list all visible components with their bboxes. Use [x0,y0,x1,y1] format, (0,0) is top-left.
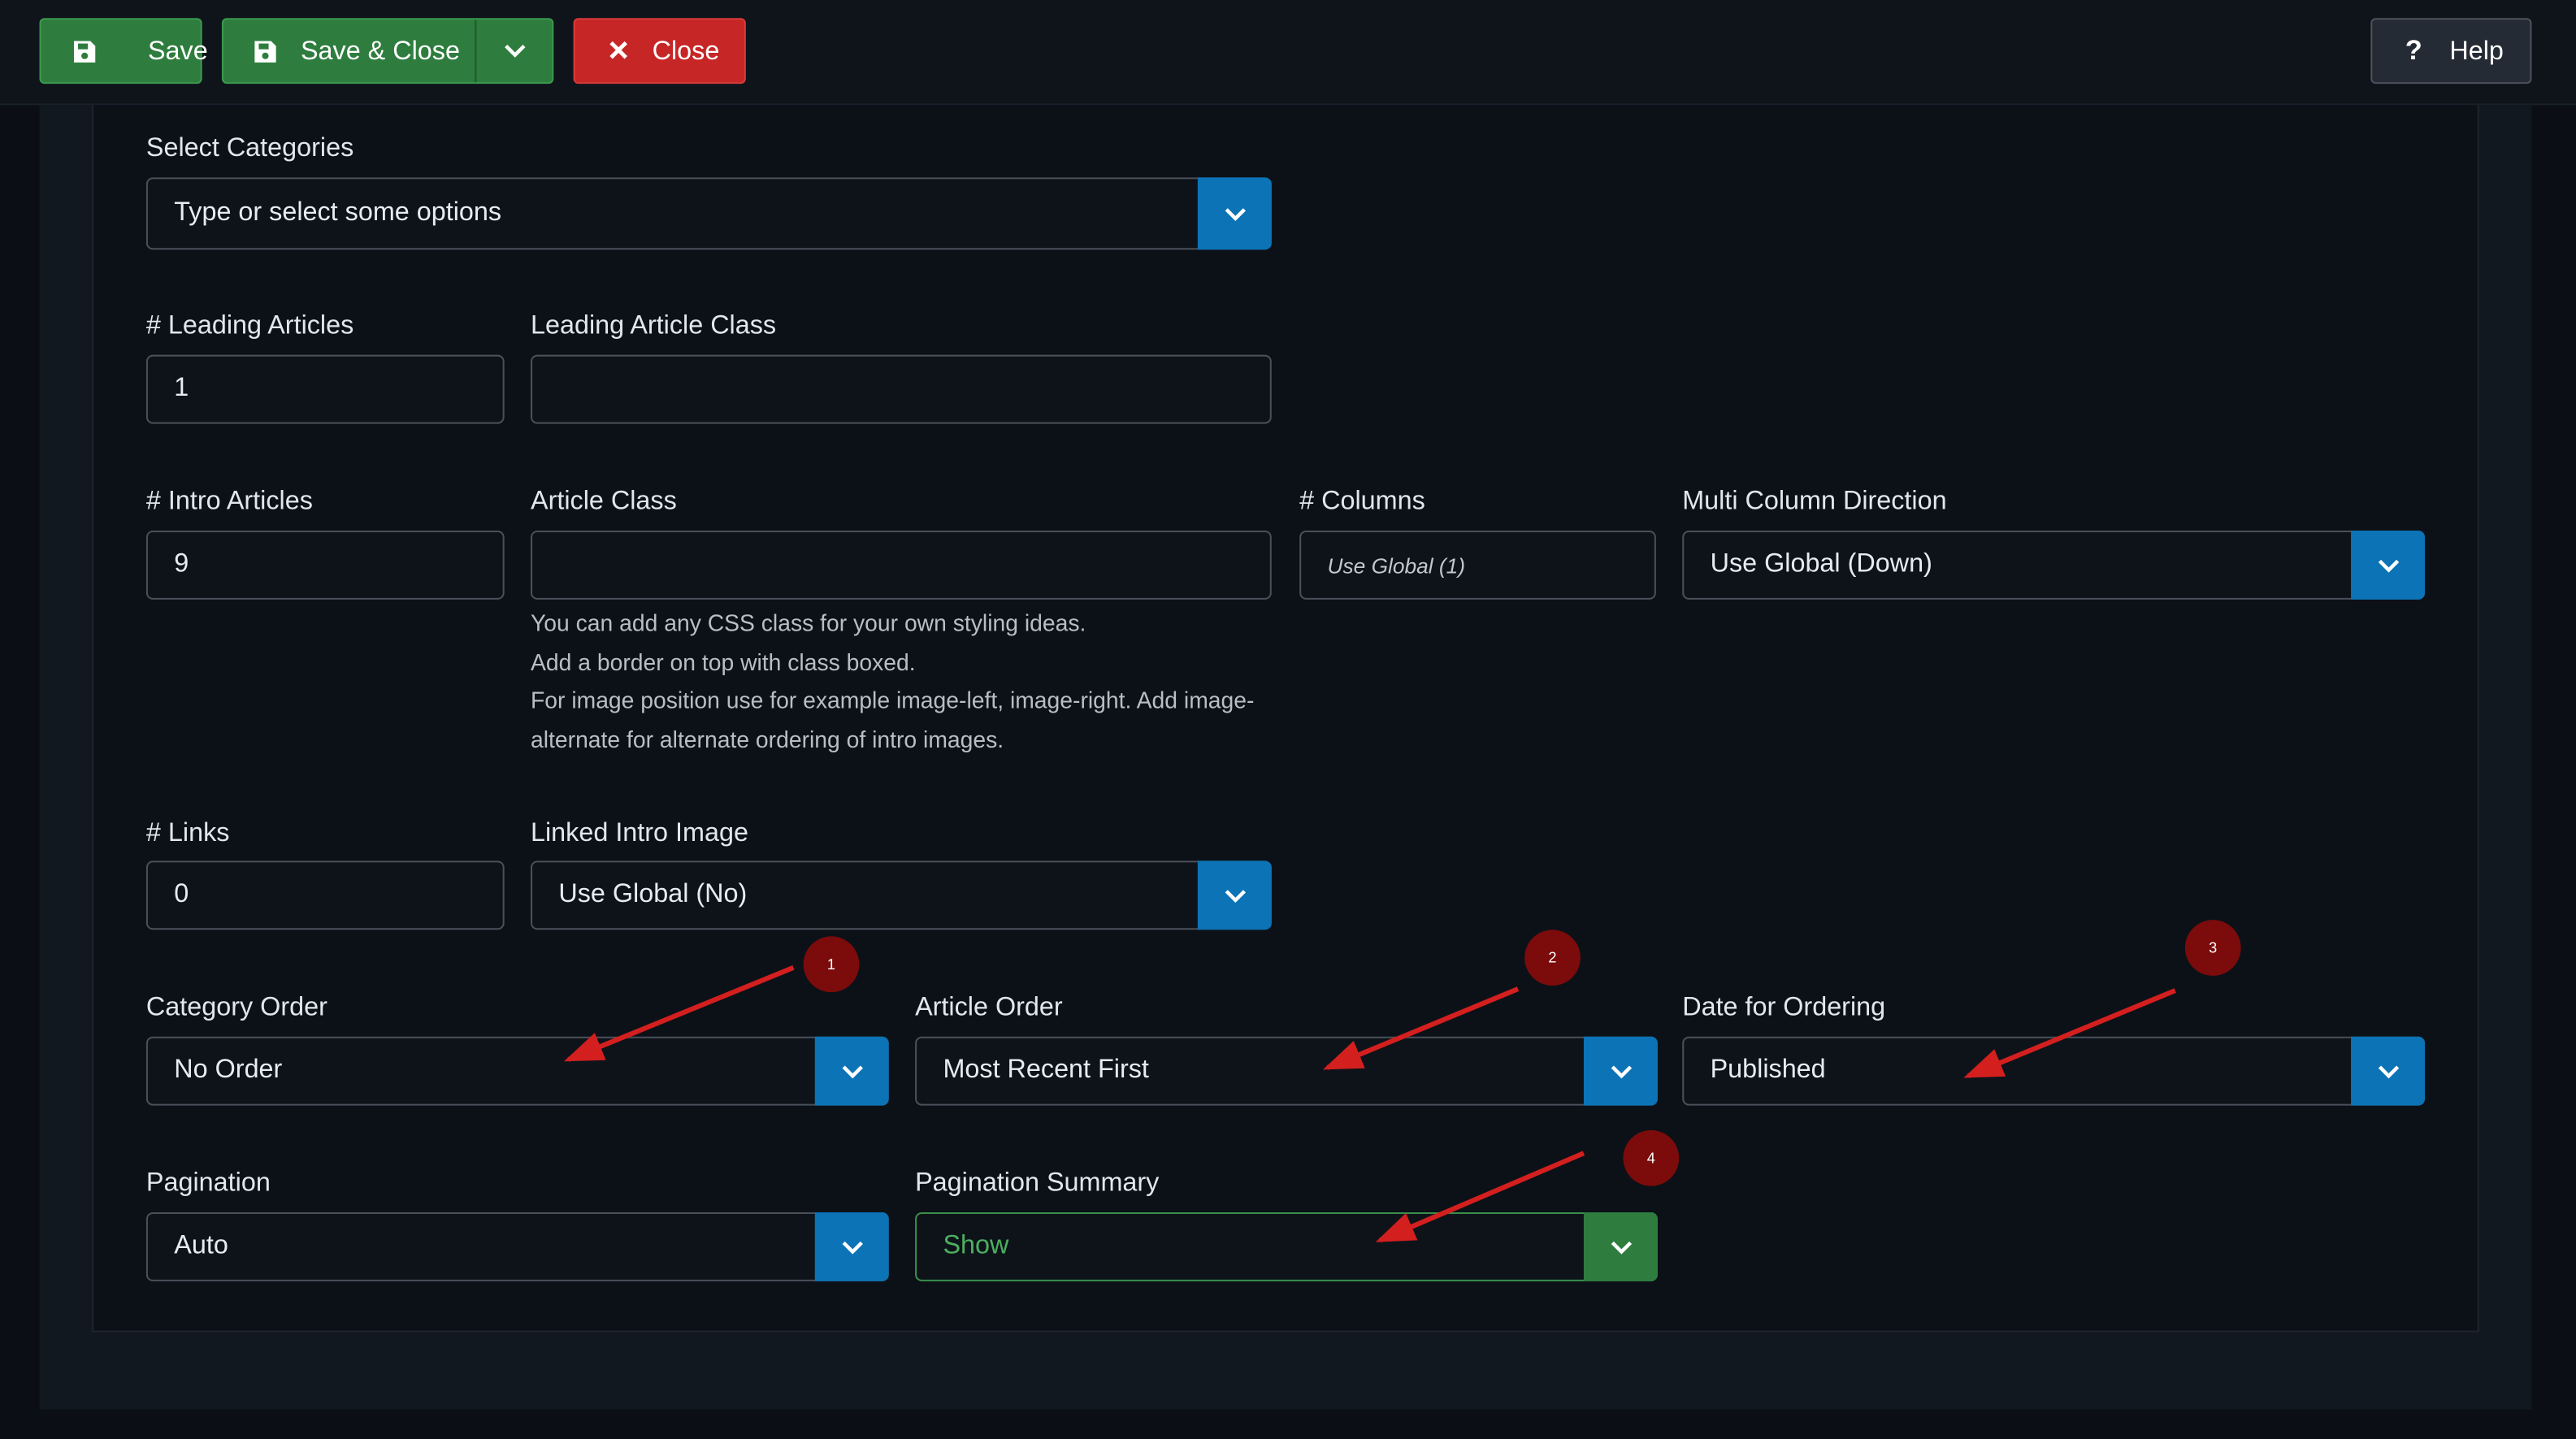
chevron-down-icon [1610,1064,1632,1078]
category-order-value: No Order [174,1055,283,1085]
pagination-value: Auto [174,1232,228,1260]
intro-articles-value: 9 [174,550,189,579]
category-order-dropdown[interactable] [814,1036,889,1106]
linked-intro-image-value: Use Global (No) [558,880,748,908]
links-value: 0 [174,880,189,908]
article-class-input[interactable] [531,531,1272,600]
chevron-down-icon [1610,1240,1632,1254]
question-icon: ? [2405,34,2422,66]
category-order-select[interactable]: No Order [145,1036,889,1106]
annotation-badge: 4 [1623,1129,1680,1186]
leading-article-class-input[interactable] [531,354,1272,424]
linked-intro-image-dropdown[interactable] [1197,860,1272,930]
date-for-ordering-label: Date for Ordering [1682,994,1886,1022]
close-button-label: Close [652,37,720,66]
toolbar: Save Save & Close Close ? Help [0,0,2576,106]
pagination-summary-select[interactable]: Show [915,1212,1658,1281]
multi-column-direction-dropdown[interactable] [2351,531,2426,600]
pagination-summary-label: Pagination Summary [915,1169,1160,1198]
x-icon [608,40,629,61]
leading-articles-label: # Leading Articles [145,312,354,340]
annotation-badge: 3 [2184,920,2241,976]
chevron-down-icon [841,1240,862,1254]
leading-article-class-label: Leading Article Class [531,312,777,340]
date-for-ordering-dropdown[interactable] [2351,1036,2426,1106]
article-order-dropdown[interactable] [1583,1036,1658,1106]
article-order-value: Most Recent First [943,1055,1149,1085]
help-line: For image position use for example image… [531,687,1255,714]
save-options-dropdown-toggle[interactable] [476,20,553,82]
save-close-button-label: Save & Close [300,37,460,66]
leading-articles-value: 1 [174,374,189,403]
chevron-down-icon [505,45,526,58]
leading-articles-input[interactable]: 1 [145,354,505,424]
close-button[interactable]: Close [573,18,746,85]
chevron-down-icon [1224,207,1245,221]
pagination-label: Pagination [145,1169,271,1198]
columns-label: # Columns [1299,488,1425,516]
columns-input[interactable]: Use Global (1) [1299,531,1656,600]
columns-placeholder: Use Global (1) [1327,553,1465,578]
help-line: You can add any CSS class for your own s… [531,609,1086,636]
floppy-disk-icon [72,40,97,64]
select-categories-input[interactable]: Type or select some options [145,177,1272,250]
article-class-label: Article Class [531,488,677,516]
intro-articles-input[interactable]: 9 [145,531,505,600]
linked-intro-image-select[interactable]: Use Global (No) [531,860,1272,930]
help-line: Add a border on top with class boxed. [531,648,916,675]
multi-column-direction-label: Multi Column Direction [1682,488,1947,516]
article-order-select[interactable]: Most Recent First [915,1036,1658,1106]
select-categories-placeholder: Type or select some options [174,198,502,227]
pagination-dropdown[interactable] [814,1212,889,1281]
links-label: # Links [145,819,230,848]
date-for-ordering-value: Published [1710,1055,1826,1085]
floppy-disk-icon [253,40,277,64]
chevron-down-icon [1224,889,1245,903]
intro-articles-label: # Intro Articles [145,488,313,516]
chevron-down-icon [841,1064,862,1078]
save-button[interactable]: Save [39,18,208,85]
help-line: alternate for alternate ordering of intr… [531,726,1004,753]
linked-intro-image-label: Linked Intro Image [531,819,748,848]
pagination-summary-dropdown[interactable] [1583,1212,1658,1281]
pagination-select[interactable]: Auto [145,1212,889,1281]
pagination-summary-value: Show [943,1232,1009,1260]
article-order-label: Article Order [915,994,1063,1022]
links-input[interactable]: 0 [145,860,505,930]
help-button-label: Help [2449,37,2504,66]
date-for-ordering-select[interactable]: Published [1682,1036,2426,1106]
annotation-badge: 2 [1524,930,1581,986]
save-close-button[interactable]: Save & Close [221,18,554,85]
multi-column-direction-select[interactable]: Use Global (Down) [1682,531,2426,600]
help-button[interactable]: ? Help [2370,18,2532,85]
chevron-down-icon [2377,1064,2399,1078]
chevron-down-icon [2377,558,2399,572]
article-class-help: You can add any CSS class for your own s… [531,605,1286,761]
multi-column-direction-value: Use Global (Down) [1710,550,1932,579]
select-categories-label: Select Categories [145,134,354,163]
category-order-label: Category Order [145,994,327,1022]
select-categories-dropdown[interactable] [1197,177,1272,250]
annotation-badge: 1 [803,936,860,993]
save-button-label: Save [147,37,208,66]
